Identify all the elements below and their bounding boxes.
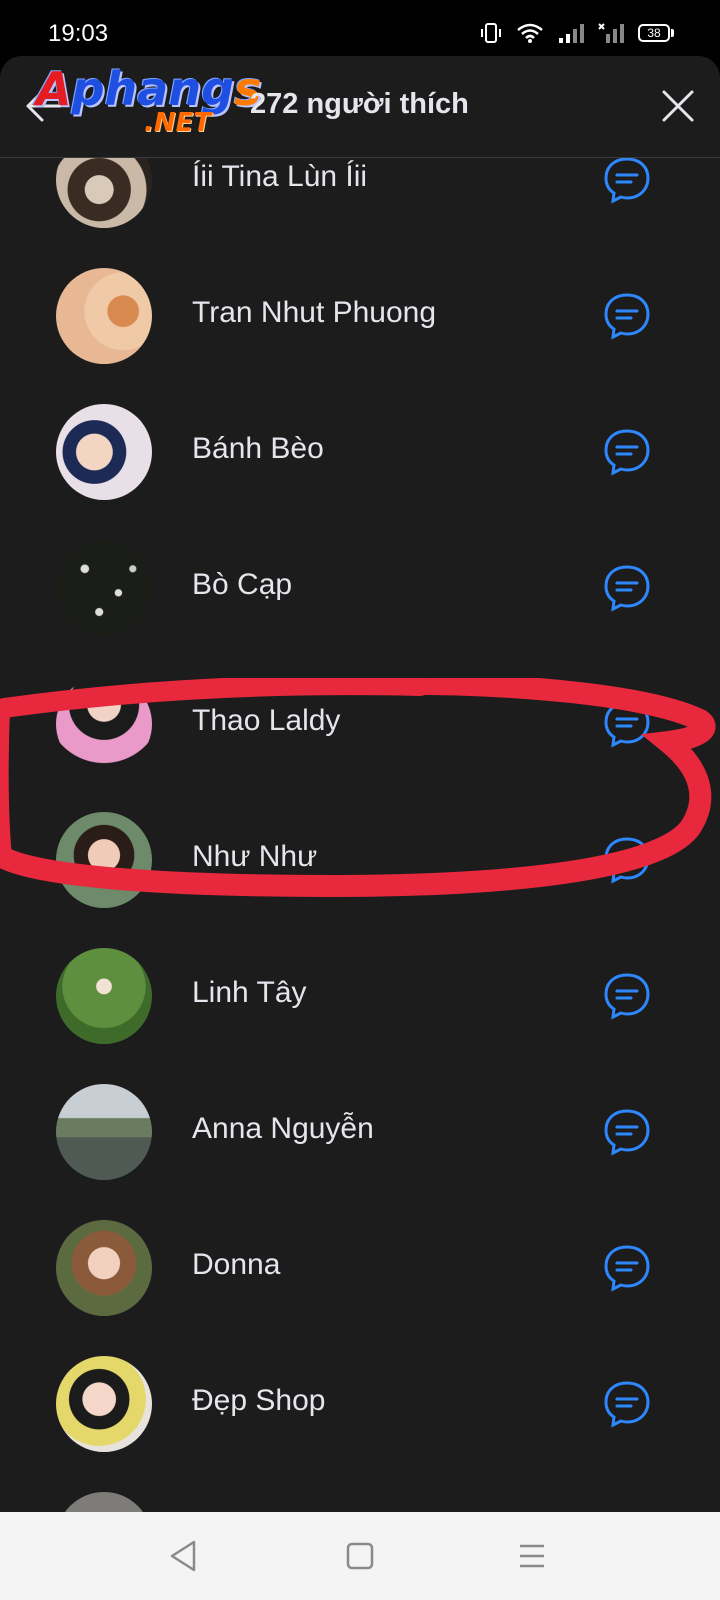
person-name[interactable]: Linh Tây <box>192 976 307 1010</box>
messenger-icon[interactable] <box>601 154 653 206</box>
list-item[interactable]: Như Như <box>0 792 720 928</box>
messenger-icon[interactable] <box>601 1378 653 1430</box>
status-bar: 19:03 38 <box>0 0 720 62</box>
reactions-sheet: Íii Tina Lùn Íii Tran Nhut Phuong Bánh B… <box>0 56 720 1512</box>
avatar[interactable] <box>56 1084 152 1180</box>
back-triangle-icon[interactable] <box>162 1534 206 1578</box>
close-icon[interactable] <box>660 88 696 124</box>
list-item-partial[interactable] <box>0 1472 720 1512</box>
list-item[interactable]: Donna <box>0 1200 720 1336</box>
messenger-icon[interactable] <box>601 290 653 342</box>
list-item[interactable]: Linh Tây <box>0 928 720 1064</box>
messenger-icon[interactable] <box>601 698 653 750</box>
avatar[interactable] <box>56 404 152 500</box>
person-name[interactable]: Đẹp Shop <box>192 1384 325 1418</box>
status-time: 19:03 <box>48 20 109 47</box>
list-item[interactable]: Đẹp Shop <box>0 1336 720 1472</box>
avatar[interactable] <box>56 1492 152 1512</box>
battery-icon: 38 <box>638 24 674 42</box>
system-nav-bar <box>0 1512 720 1600</box>
person-name[interactable]: Donna <box>192 1248 280 1282</box>
messenger-icon[interactable] <box>601 1242 653 1294</box>
messenger-icon[interactable] <box>601 562 653 614</box>
avatar[interactable] <box>56 1220 152 1316</box>
list-item[interactable]: Anna Nguyễn <box>0 1064 720 1200</box>
list-item[interactable]: Tran Nhut Phuong <box>0 248 720 384</box>
vibrate-icon <box>481 23 501 43</box>
person-name[interactable]: Íii Tina Lùn Íii <box>192 160 367 194</box>
list-item[interactable]: Thao Laldy <box>0 656 720 792</box>
battery-level: 38 <box>638 24 670 42</box>
signal-off-icon <box>598 23 624 43</box>
home-square-icon[interactable] <box>338 1534 382 1578</box>
avatar[interactable] <box>56 948 152 1044</box>
sheet-header: Aphangs .NET 272 người thích <box>0 56 720 158</box>
signal-icon <box>559 24 584 43</box>
list-item[interactable]: Bánh Bèo <box>0 384 720 520</box>
person-name[interactable]: Bò Cạp <box>192 568 292 602</box>
page-title: 272 người thích <box>250 88 469 120</box>
avatar[interactable] <box>56 540 152 636</box>
avatar[interactable] <box>56 812 152 908</box>
person-name[interactable]: Thao Laldy <box>192 704 340 738</box>
watermark-logo: Aphangs .NET <box>36 62 262 138</box>
avatar[interactable] <box>56 268 152 364</box>
avatar[interactable] <box>56 676 152 772</box>
menu-lines-icon[interactable] <box>510 1534 554 1578</box>
list-item[interactable]: Bò Cạp <box>0 520 720 656</box>
messenger-icon[interactable] <box>601 1106 653 1158</box>
person-name[interactable]: Tran Nhut Phuong <box>192 296 436 330</box>
avatar[interactable] <box>56 1356 152 1452</box>
messenger-icon[interactable] <box>601 426 653 478</box>
messenger-icon[interactable] <box>601 970 653 1022</box>
person-name[interactable]: Anna Nguyễn <box>192 1112 374 1146</box>
person-name[interactable]: Bánh Bèo <box>192 432 324 466</box>
person-name[interactable]: Như Như <box>192 840 317 874</box>
status-icons: 38 <box>480 22 674 44</box>
messenger-icon[interactable] <box>601 834 653 886</box>
wifi-icon <box>517 23 543 43</box>
